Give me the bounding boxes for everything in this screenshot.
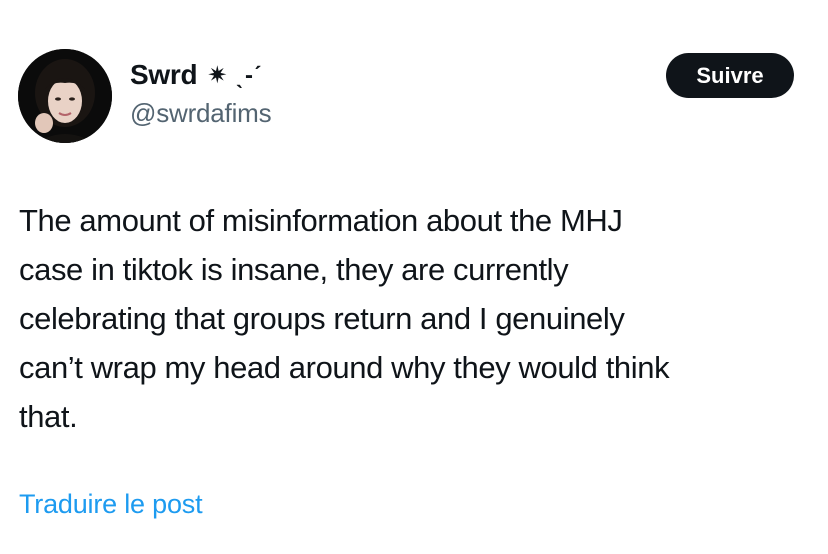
tweet-card: Swrd ✷ ˎ-ˊ @swrdafims Suivre The amount … xyxy=(0,0,828,554)
user-info: Swrd ✷ ˎ-ˊ @swrdafims xyxy=(130,56,272,129)
name-decoration: ✷ ˎ-ˊ xyxy=(207,61,264,89)
follow-button[interactable]: Suivre xyxy=(666,53,794,98)
translate-post-link[interactable]: Traduire le post xyxy=(19,489,203,520)
display-name-row[interactable]: Swrd ✷ ˎ-ˊ xyxy=(130,56,271,94)
avatar[interactable] xyxy=(18,49,112,143)
user-handle[interactable]: @swrdafims xyxy=(130,98,272,129)
display-name[interactable]: Swrd xyxy=(130,59,198,91)
avatar-image xyxy=(18,49,112,143)
post-text: The amount of misinformation about the M… xyxy=(19,203,670,434)
